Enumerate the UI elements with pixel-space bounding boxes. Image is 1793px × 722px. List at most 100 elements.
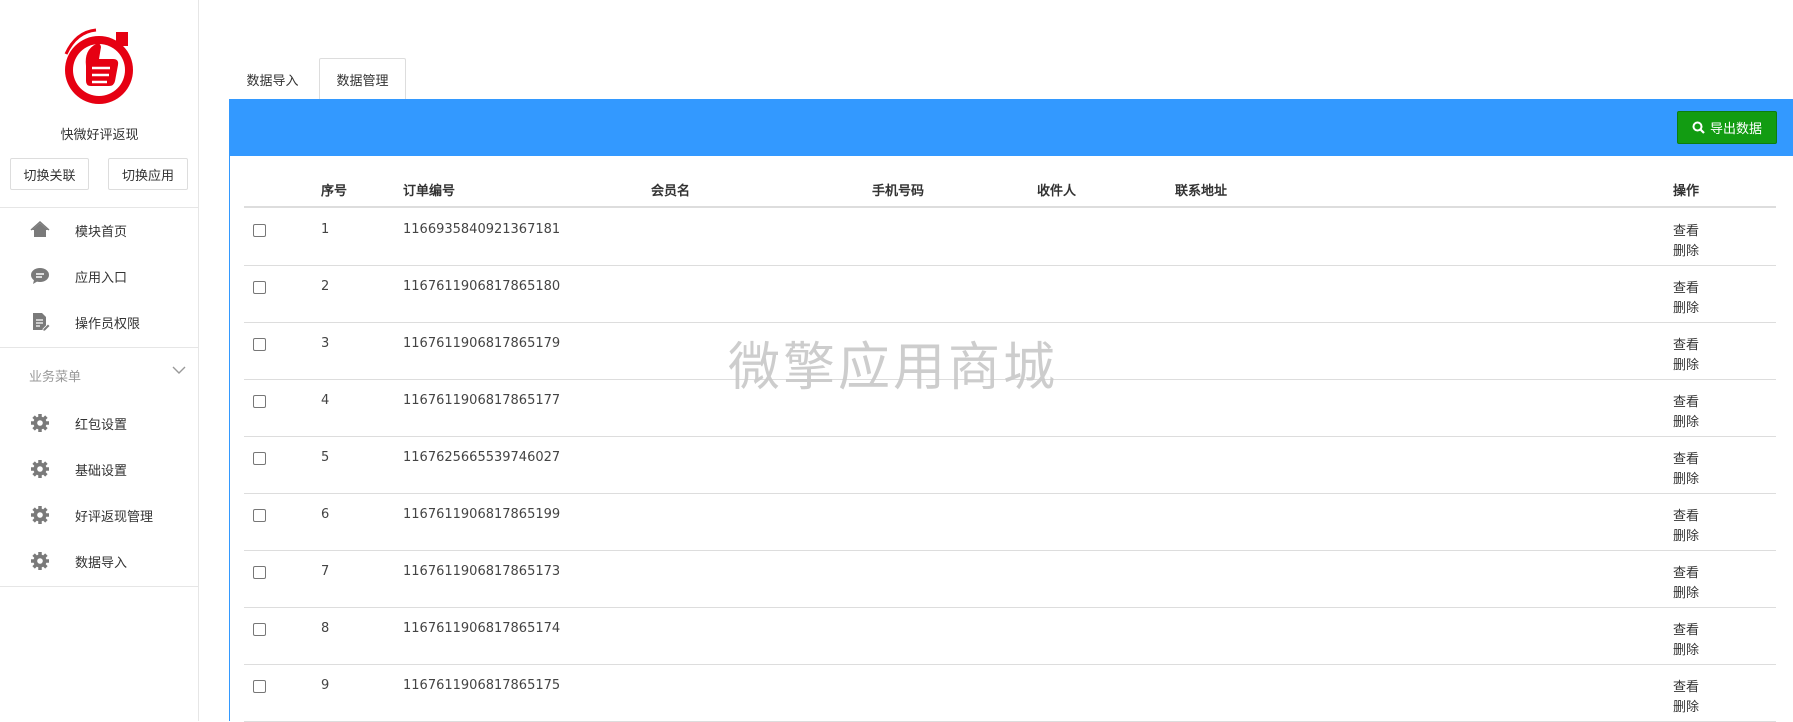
- nav-item-label: 应用入口: [75, 271, 128, 286]
- switch-app-button[interactable]: 切换应用: [108, 158, 188, 190]
- header-phone: 手机号码: [872, 184, 925, 199]
- delete-link[interactable]: 删除: [1673, 242, 1699, 262]
- row-actions: 查看 删除: [1673, 621, 1699, 661]
- row-actions: 查看 删除: [1673, 564, 1699, 604]
- row-checkbox[interactable]: [253, 623, 266, 636]
- row-order-number: 1167611906817865177: [403, 393, 561, 408]
- sidebar: 快微好评返现 切换关联 切换应用 模块首页 应用入口 操作员权限 业务菜单 红包…: [0, 0, 199, 721]
- delete-link[interactable]: 删除: [1673, 641, 1699, 661]
- delete-link[interactable]: 删除: [1673, 527, 1699, 547]
- row-index: 4: [321, 393, 330, 408]
- nav-item-label: 红包设置: [75, 418, 128, 433]
- row-order-number: 1167611906817865179: [403, 336, 561, 351]
- row-actions: 查看 删除: [1673, 507, 1699, 547]
- row-actions: 查看 删除: [1673, 279, 1699, 319]
- search-icon: [1692, 121, 1705, 134]
- gear-icon: [31, 506, 49, 524]
- delete-link[interactable]: 删除: [1673, 413, 1699, 433]
- table-row: 6 1167611906817865199 查看 删除: [244, 494, 1776, 551]
- nav-item-label: 操作员权限: [75, 317, 141, 332]
- nav-item-operator-permissions[interactable]: 操作员权限: [0, 301, 198, 341]
- gear-icon: [31, 460, 49, 478]
- row-actions: 查看 删除: [1673, 336, 1699, 376]
- view-link[interactable]: 查看: [1673, 450, 1699, 470]
- document-edit-icon: [33, 313, 50, 332]
- switch-link-button[interactable]: 切换关联: [10, 158, 89, 190]
- nav-item-data-import[interactable]: 数据导入: [0, 540, 198, 580]
- sidebar-divider: [0, 207, 198, 208]
- row-actions: 查看 删除: [1673, 450, 1699, 490]
- nav-item-label: 数据导入: [75, 556, 128, 571]
- view-link[interactable]: 查看: [1673, 621, 1699, 641]
- view-link[interactable]: 查看: [1673, 279, 1699, 299]
- row-index: 3: [321, 336, 330, 351]
- table-header: 序号 订单编号 会员名 手机号码 收件人 联系地址 操作: [244, 170, 1776, 208]
- row-checkbox[interactable]: [253, 509, 266, 522]
- sidebar-divider: [0, 586, 198, 587]
- row-checkbox[interactable]: [253, 566, 266, 579]
- export-data-label: 导出数据: [1709, 122, 1762, 137]
- row-checkbox[interactable]: [253, 338, 266, 351]
- gear-icon: [31, 414, 49, 432]
- row-index: 7: [321, 564, 330, 579]
- row-order-number: 1167625665539746027: [403, 450, 561, 465]
- header-order-number: 订单编号: [403, 184, 456, 199]
- row-order-number: 1167611906817865180: [403, 279, 561, 294]
- row-index: 9: [321, 678, 330, 693]
- thumbs-up-logo-icon: [64, 28, 133, 104]
- nav-item-module-home[interactable]: 模块首页: [0, 209, 198, 249]
- delete-link[interactable]: 删除: [1673, 470, 1699, 490]
- view-link[interactable]: 查看: [1673, 336, 1699, 356]
- row-index: 6: [321, 507, 330, 522]
- table-row: 5 1167625665539746027 查看 删除: [244, 437, 1776, 494]
- nav-item-basic-settings[interactable]: 基础设置: [0, 448, 198, 488]
- row-checkbox[interactable]: [253, 452, 266, 465]
- delete-link[interactable]: 删除: [1673, 584, 1699, 604]
- home-icon: [30, 220, 50, 237]
- view-link[interactable]: 查看: [1673, 507, 1699, 527]
- nav-item-label: 基础设置: [75, 464, 128, 479]
- chevron-down-icon[interactable]: [172, 364, 186, 376]
- row-checkbox[interactable]: [253, 281, 266, 294]
- header-member-name: 会员名: [651, 184, 691, 199]
- table-row: 9 1167611906817865175 查看 删除: [244, 665, 1776, 722]
- row-order-number: 1167611906817865199: [403, 507, 561, 522]
- row-checkbox[interactable]: [253, 680, 266, 693]
- gear-icon: [31, 552, 49, 570]
- header-address: 联系地址: [1175, 184, 1228, 199]
- row-index: 8: [321, 621, 330, 636]
- row-checkbox[interactable]: [253, 224, 266, 237]
- row-actions: 查看 删除: [1673, 393, 1699, 433]
- view-link[interactable]: 查看: [1673, 393, 1699, 413]
- row-order-number: 1167611906817865173: [403, 564, 561, 579]
- nav-item-label: 模块首页: [75, 225, 128, 240]
- table-row: 2 1167611906817865180 查看 删除: [244, 266, 1776, 323]
- row-index: 2: [321, 279, 330, 294]
- row-checkbox[interactable]: [253, 395, 266, 408]
- nav-item-red-packet-settings[interactable]: 红包设置: [0, 402, 198, 442]
- app-name: 快微好评返现: [60, 128, 139, 143]
- row-order-number: 1167611906817865175: [403, 678, 561, 693]
- nav-item-app-entry[interactable]: 应用入口: [0, 255, 198, 295]
- export-data-button[interactable]: 导出数据: [1677, 111, 1777, 144]
- header-index: 序号: [321, 184, 348, 199]
- view-link[interactable]: 查看: [1673, 678, 1699, 698]
- delete-link[interactable]: 删除: [1673, 356, 1699, 376]
- delete-link[interactable]: 删除: [1673, 698, 1699, 718]
- tab-data-import[interactable]: 数据导入: [230, 58, 315, 100]
- sidebar-divider: [0, 347, 198, 348]
- view-link[interactable]: 查看: [1673, 564, 1699, 584]
- row-actions: 查看 删除: [1673, 222, 1699, 262]
- table-row: 1 1166935840921367181 查看 删除: [244, 209, 1776, 266]
- table-row: 8 1167611906817865174 查看 删除: [244, 608, 1776, 665]
- row-order-number: 1166935840921367181: [403, 222, 561, 237]
- view-link[interactable]: 查看: [1673, 222, 1699, 242]
- business-menu-title: 业务菜单: [29, 370, 82, 385]
- panel-header: 导出数据: [230, 100, 1793, 156]
- row-index: 1: [321, 222, 330, 237]
- nav-item-review-cashback-management[interactable]: 好评返现管理: [0, 494, 198, 534]
- nav-item-label: 好评返现管理: [75, 510, 154, 525]
- header-actions: 操作: [1673, 184, 1700, 199]
- tab-data-management[interactable]: 数据管理: [319, 58, 406, 100]
- delete-link[interactable]: 删除: [1673, 299, 1699, 319]
